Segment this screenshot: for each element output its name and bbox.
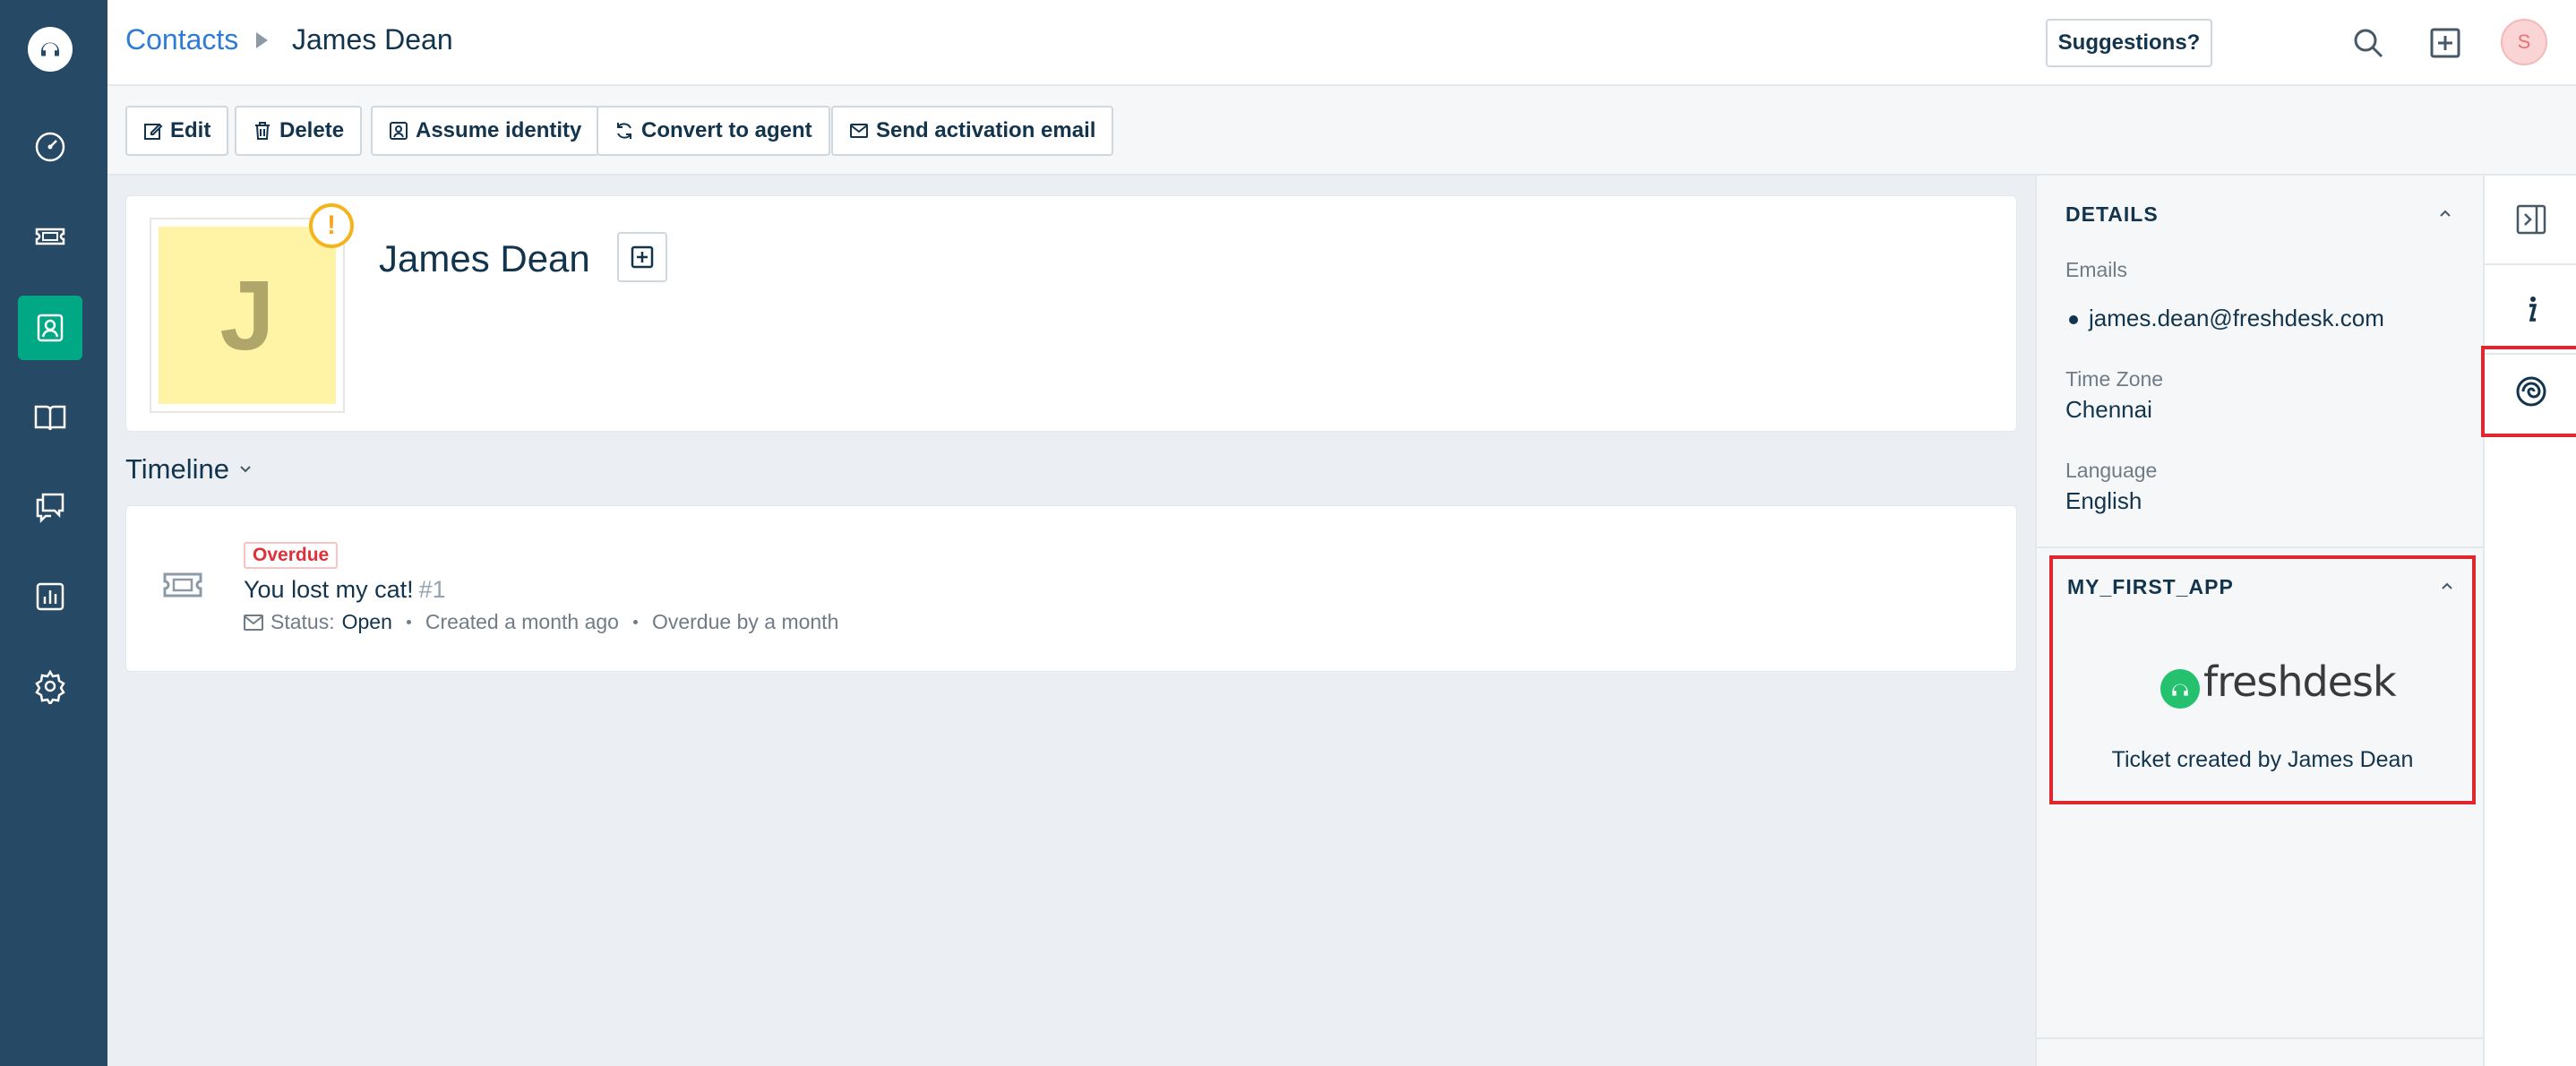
- solutions-icon: [34, 405, 66, 431]
- ticket-number: #1: [418, 576, 446, 603]
- suggestions-button[interactable]: Suggestions?: [2046, 19, 2212, 67]
- language-label: Language: [2065, 459, 2158, 482]
- freshdesk-logo-text: freshdesk: [2203, 658, 2397, 706]
- send-activation-email-label: Send activation email: [876, 118, 1096, 142]
- my-first-app-widget: MY_FIRST_APP freshdesk Ticket created by…: [2049, 555, 2476, 804]
- contact-avatar: J: [150, 218, 345, 413]
- delete-label: Delete: [279, 118, 345, 142]
- collapse-sidebar-button[interactable]: [2485, 176, 2576, 265]
- nav-solutions[interactable]: [18, 385, 82, 450]
- nav-admin[interactable]: [18, 654, 82, 718]
- delete-button[interactable]: Delete: [235, 106, 363, 156]
- contact-toolbar: Edit Delete Assume identity Convert to a…: [107, 86, 2576, 176]
- contact-avatar-initial: J: [159, 227, 336, 404]
- language-value: English: [2065, 487, 2142, 514]
- edit-icon: [144, 123, 163, 140]
- top-header: Contacts James Dean Suggestions? S: [107, 0, 2576, 86]
- reports-icon: [36, 582, 64, 611]
- edit-label: Edit: [170, 118, 211, 142]
- details-panel: DETAILS Emails james.dean@freshdesk.com …: [2035, 176, 2485, 1066]
- created-time: Created a month ago: [425, 610, 619, 633]
- separator-dot: [632, 620, 638, 624]
- nav-tickets[interactable]: [18, 204, 82, 269]
- nav-contacts[interactable]: [18, 296, 82, 360]
- tickets-icon: [35, 228, 65, 245]
- freshdesk-headset-icon: [2160, 669, 2200, 709]
- timeline-title: Timeline: [125, 453, 229, 485]
- timeline-item[interactable]: Overdue You lost my cat! #1 Status: Open …: [125, 505, 2017, 672]
- new-item-plus-icon[interactable]: [2426, 23, 2465, 63]
- contact-name: James Dean: [379, 237, 590, 279]
- app-message: Ticket created by James Dean: [2111, 747, 2414, 772]
- app-swirl-icon: [2516, 376, 2546, 407]
- forums-icon: [36, 493, 64, 524]
- edit-button[interactable]: Edit: [125, 106, 229, 156]
- timeline-dropdown[interactable]: Timeline: [125, 453, 253, 486]
- refresh-icon: [617, 123, 631, 139]
- chevron-down-icon: [240, 466, 251, 473]
- info-icon: [2529, 297, 2537, 322]
- chevron-up-icon[interactable]: [2440, 579, 2454, 593]
- user-avatar[interactable]: S: [2501, 19, 2547, 65]
- trash-icon: [255, 122, 270, 140]
- separator-dot: [406, 620, 411, 624]
- status-label: Status:: [270, 610, 335, 633]
- breadcrumb-contacts-link[interactable]: Contacts: [125, 23, 238, 56]
- contacts-icon: [37, 314, 64, 342]
- nav-reports[interactable]: [18, 564, 82, 629]
- app-section-title[interactable]: MY_FIRST_APP: [2067, 575, 2234, 599]
- convert-to-agent-button[interactable]: Convert to agent: [597, 106, 830, 156]
- mail-icon: [850, 124, 868, 138]
- contact-profile-card: J ! James Dean: [125, 195, 2017, 432]
- divider: [2037, 1037, 2485, 1039]
- status-value: Open: [341, 610, 392, 633]
- nav-dashboard[interactable]: [18, 115, 82, 179]
- freshdesk-logo: freshdesk: [2160, 658, 2397, 709]
- chevron-up-icon[interactable]: [2438, 206, 2452, 220]
- identity-icon: [390, 122, 408, 140]
- plus-square-icon: [631, 245, 654, 269]
- emails-label: Emails: [2065, 258, 2128, 281]
- timezone-value: Chennai: [2065, 396, 2152, 423]
- ticket-subject: You lost my cat!: [244, 576, 414, 603]
- assume-identity-button[interactable]: Assume identity: [371, 106, 600, 156]
- right-app-sidebar: [2481, 176, 2576, 1066]
- search-icon[interactable]: [2348, 23, 2388, 63]
- nav-forums[interactable]: [18, 475, 82, 539]
- mail-icon: [244, 614, 263, 631]
- overdue-badge: Overdue: [244, 542, 339, 569]
- collapse-panel-icon: [2516, 204, 2546, 235]
- ticket-icon: [163, 572, 202, 597]
- dashboard-icon: [35, 132, 65, 162]
- convert-to-agent-label: Convert to agent: [641, 118, 812, 142]
- divider: [2037, 546, 2485, 548]
- bullet: [2069, 315, 2078, 324]
- freshdesk-logo-icon[interactable]: [28, 27, 73, 72]
- warning-icon[interactable]: !: [309, 203, 354, 248]
- send-activation-email-button[interactable]: Send activation email: [831, 106, 1114, 156]
- breadcrumb-separator-icon: [256, 32, 268, 48]
- overdue-time: Overdue by a month: [651, 610, 839, 633]
- left-nav: [0, 0, 107, 1066]
- ticket-subject-link[interactable]: You lost my cat! #1: [244, 576, 446, 604]
- details-section-title[interactable]: DETAILS: [2065, 202, 2159, 227]
- timezone-label: Time Zone: [2065, 367, 2164, 391]
- ticket-meta: Status: Open Created a month ago Overdue…: [244, 610, 838, 634]
- breadcrumb-current: James Dean: [292, 23, 453, 56]
- assume-identity-label: Assume identity: [416, 118, 582, 142]
- my-first-app-button[interactable]: [2481, 346, 2576, 437]
- email-value[interactable]: james.dean@freshdesk.com: [2089, 305, 2384, 332]
- add-to-contact-button[interactable]: [617, 232, 667, 282]
- info-button[interactable]: [2485, 265, 2576, 355]
- admin-gear-icon: [35, 669, 65, 704]
